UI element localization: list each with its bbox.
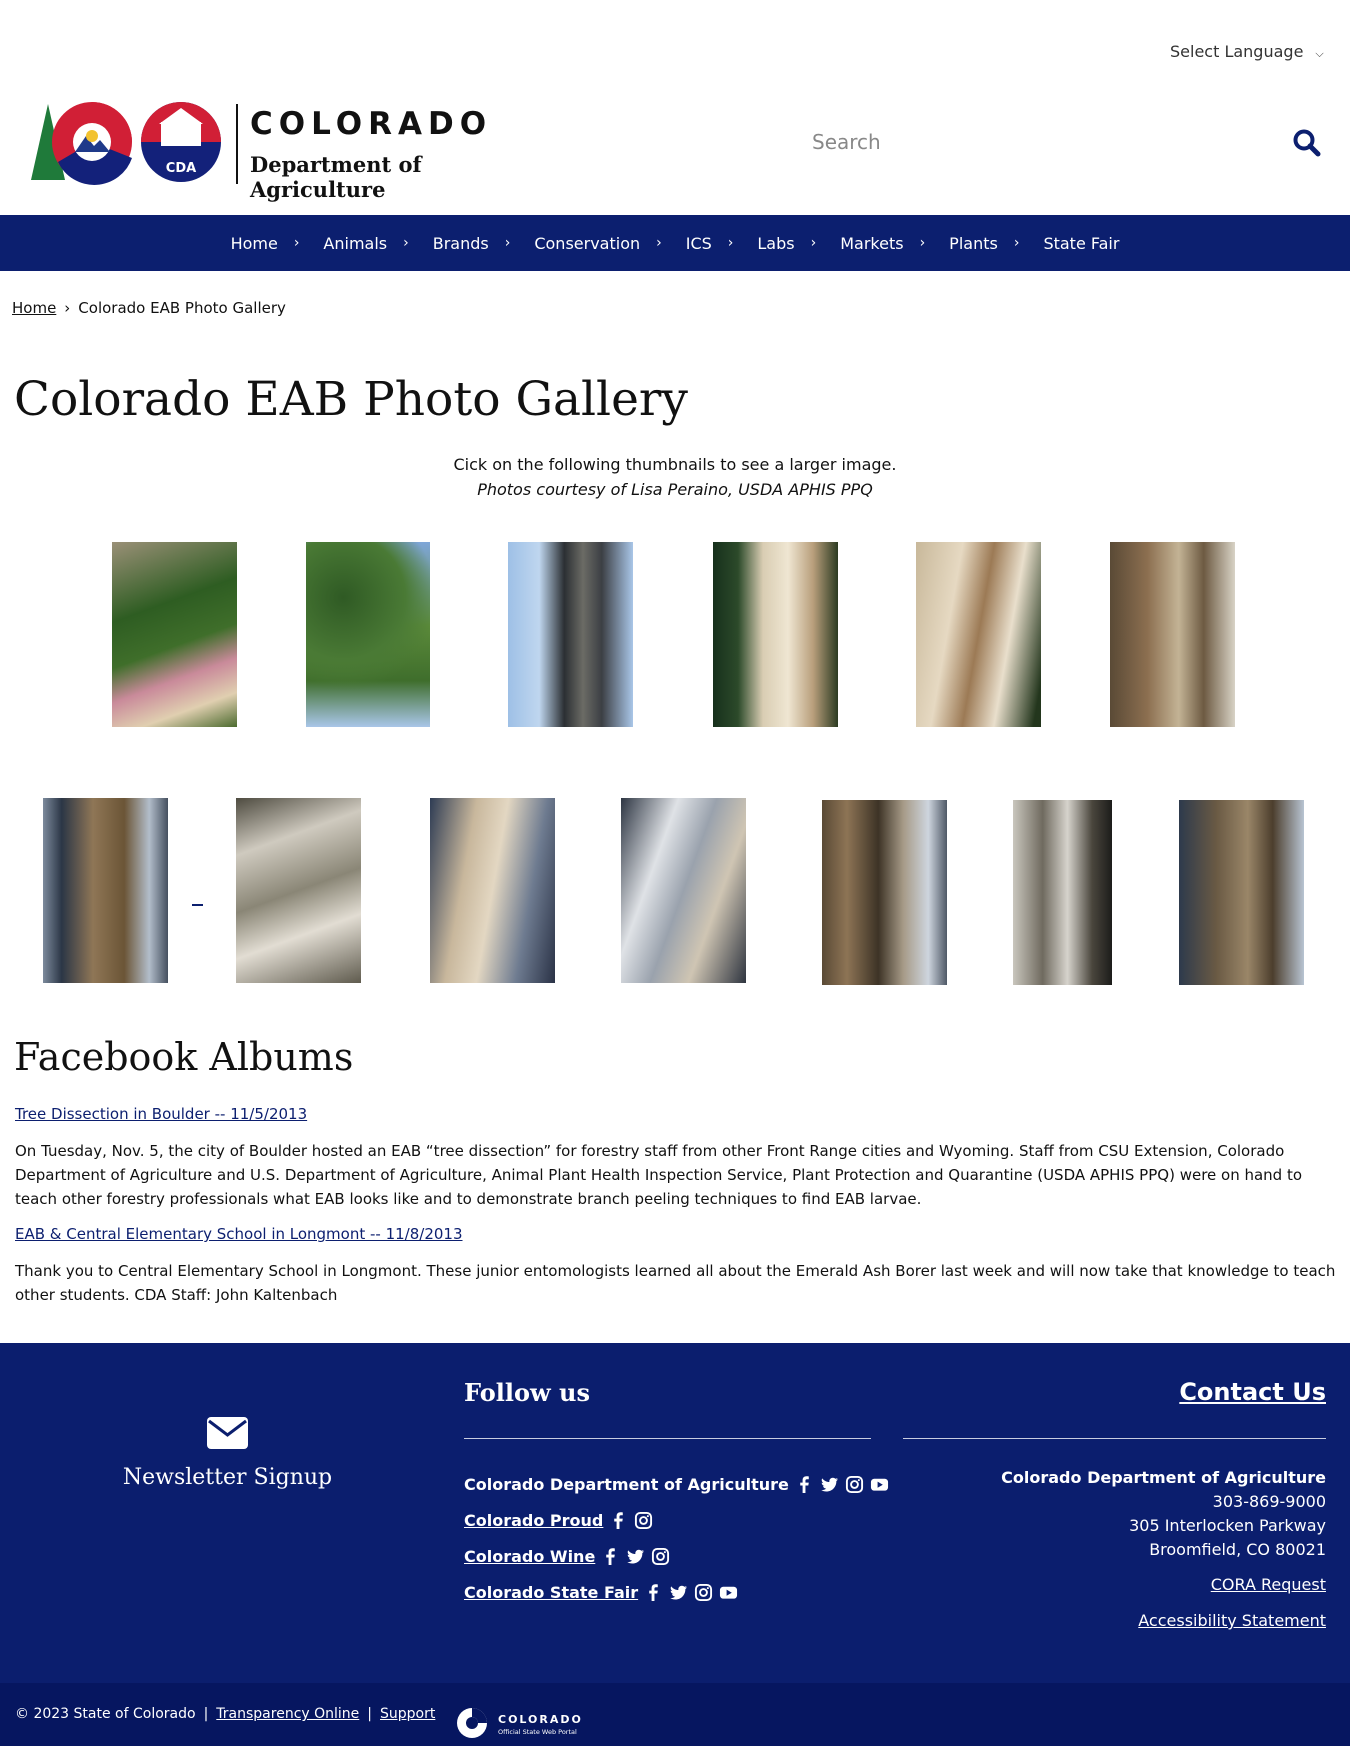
instagram-icon[interactable]: [651, 1547, 670, 1566]
copyright: © 2023 State of Colorado | Transparency On…: [15, 1706, 436, 1722]
gallery-thumbnail[interactable]: [508, 542, 633, 727]
chevron-right-icon: ›: [403, 235, 409, 251]
social-org-link[interactable]: Colorado Proud: [464, 1511, 603, 1530]
chevron-right-icon: ›: [1013, 235, 1020, 251]
envelope-icon[interactable]: [207, 1417, 248, 1449]
chevron-right-icon: ›: [293, 235, 300, 251]
photo-credit: Photos courtesy of Lisa Peraino, USDA AP…: [477, 480, 873, 499]
gallery-thumbnail[interactable]: [713, 542, 838, 727]
album-link-tree-dissection[interactable]: Tree Dissection in Boulder -- 11/5/2013: [15, 1105, 307, 1123]
breadcrumb-separator: ›: [64, 299, 71, 317]
youtube-icon[interactable]: [719, 1583, 738, 1602]
nav-item-labs[interactable]: Labs ›: [757, 234, 840, 253]
chevron-right-icon: ›: [656, 235, 662, 251]
nav-item-brands[interactable]: Brands ›: [433, 234, 535, 253]
chevron-right-icon: ›: [727, 235, 734, 251]
site-logo[interactable]: CDA COLORADO Department of Agriculture: [28, 100, 548, 202]
site-footer: Newsletter Signup Follow us Colorado Dep…: [0, 1343, 1350, 1683]
contact-us-link[interactable]: Contact Us: [1179, 1378, 1326, 1406]
social-org-link[interactable]: Colorado State Fair: [464, 1583, 638, 1602]
gallery-thumbnail[interactable]: [916, 542, 1041, 727]
svg-text:COLORADO: COLORADO: [498, 1713, 583, 1726]
language-select-label: Select Language: [1170, 42, 1304, 61]
transparency-online-link[interactable]: Transparency Online: [216, 1706, 359, 1722]
social-row-cda: Colorado Department of Agriculture: [464, 1475, 889, 1494]
breadcrumb: Home › Colorado EAB Photo Gallery: [12, 299, 286, 317]
svg-text:Official State Web Portal: Official State Web Portal: [498, 1728, 577, 1736]
language-select[interactable]: Select Language ⌵: [1170, 42, 1324, 61]
gallery-instructions: Cick on the following thumbnails to see …: [453, 455, 897, 474]
contact-street: 305 Interlocken Parkway: [1129, 1516, 1326, 1535]
album-description: Thank you to Central Elementary School i…: [15, 1262, 1336, 1304]
facebook-albums-heading: Facebook Albums: [14, 1035, 354, 1079]
divider: [903, 1438, 1326, 1439]
album-description: On Tuesday, Nov. 5, the city of Boulder …: [15, 1142, 1303, 1208]
gallery-thumbnail[interactable]: [430, 798, 555, 983]
album-link-central-elementary[interactable]: EAB & Central Elementary School in Longm…: [15, 1225, 463, 1243]
colorado-portal-logo[interactable]: COLORADO Official State Web Portal: [454, 1707, 594, 1739]
breadcrumb-current: Colorado EAB Photo Gallery: [78, 299, 286, 317]
gallery-intro: Cick on the following thumbnails to see …: [0, 452, 1350, 502]
nav-item-home[interactable]: Home ›: [231, 234, 324, 253]
facebook-icon[interactable]: [644, 1583, 663, 1602]
gallery-thumbnail[interactable]: [822, 800, 947, 985]
gallery-thumbnail[interactable]: [621, 798, 746, 983]
gallery-thumbnail[interactable]: [1013, 800, 1112, 985]
newsletter-signup-link[interactable]: Newsletter Signup: [0, 1465, 455, 1490]
logo-subtitle: Department of Agriculture: [250, 152, 422, 202]
contact-address: Colorado Department of Agriculture 303-8…: [1001, 1466, 1326, 1562]
svg-text:CDA: CDA: [166, 161, 196, 176]
gallery-thumbnail[interactable]: [43, 798, 168, 983]
nav-item-plants[interactable]: Plants ›: [949, 234, 1043, 253]
twitter-icon[interactable]: [820, 1475, 839, 1494]
contact-org: Colorado Department of Agriculture: [1001, 1468, 1326, 1487]
divider: [464, 1438, 871, 1439]
instagram-icon[interactable]: [634, 1511, 653, 1530]
chevron-down-icon: ⌵: [1315, 47, 1324, 60]
search-icon[interactable]: [1292, 128, 1322, 158]
gallery-separator: [192, 904, 203, 906]
logo-divider: [236, 104, 238, 184]
contact-phone: 303-869-9000: [1212, 1492, 1326, 1511]
twitter-icon[interactable]: [626, 1547, 645, 1566]
nav-item-state-fair[interactable]: State Fair: [1043, 234, 1119, 253]
breadcrumb-home-link[interactable]: Home: [12, 299, 56, 317]
support-link[interactable]: Support: [380, 1706, 435, 1722]
instagram-icon[interactable]: [694, 1583, 713, 1602]
chevron-right-icon: ›: [810, 235, 817, 251]
gallery-thumbnail[interactable]: [1110, 542, 1235, 727]
social-row-colorado-proud: Colorado Proud: [464, 1511, 653, 1530]
colorado-flag-logo-icon: CDA: [31, 102, 221, 185]
contact-city: Broomfield, CO 80021: [1149, 1540, 1326, 1559]
social-row-colorado-state-fair: Colorado State Fair: [464, 1583, 738, 1602]
page-title: Colorado EAB Photo Gallery: [14, 372, 688, 427]
footer-bottom-bar: © 2023 State of Colorado | Transparency On…: [0, 1683, 1350, 1746]
chevron-right-icon: ›: [919, 235, 926, 251]
social-org-name: Colorado Department of Agriculture: [464, 1475, 789, 1494]
instagram-icon[interactable]: [845, 1475, 864, 1494]
nav-item-animals[interactable]: Animals ›: [323, 234, 432, 253]
twitter-icon[interactable]: [669, 1583, 688, 1602]
follow-us-heading: Follow us: [464, 1378, 590, 1407]
social-row-colorado-wine: Colorado Wine: [464, 1547, 670, 1566]
nav-item-ics[interactable]: ICS ›: [686, 234, 758, 253]
logo-wordmark: COLORADO: [250, 106, 493, 142]
youtube-icon[interactable]: [870, 1475, 889, 1494]
gallery-thumbnail[interactable]: [306, 542, 430, 727]
chevron-right-icon: ›: [504, 235, 511, 251]
nav-item-markets[interactable]: Markets ›: [840, 234, 949, 253]
facebook-icon[interactable]: [609, 1511, 628, 1530]
copyright-text: © 2023 State of Colorado: [15, 1706, 196, 1722]
cora-request-link[interactable]: CORA Request: [1211, 1575, 1326, 1594]
gallery-thumbnail[interactable]: [236, 798, 361, 983]
gallery-thumbnail[interactable]: [112, 542, 237, 727]
accessibility-statement-link[interactable]: Accessibility Statement: [1138, 1611, 1326, 1630]
main-nav: Home › Animals › Brands › Conservation › ICS…: [0, 215, 1350, 271]
facebook-icon[interactable]: [795, 1475, 814, 1494]
social-org-link[interactable]: Colorado Wine: [464, 1547, 595, 1566]
nav-item-conservation[interactable]: Conservation ›: [534, 234, 685, 253]
gallery-thumbnail[interactable]: [1179, 800, 1304, 985]
facebook-icon[interactable]: [601, 1547, 620, 1566]
search-input[interactable]: Search: [812, 130, 881, 154]
